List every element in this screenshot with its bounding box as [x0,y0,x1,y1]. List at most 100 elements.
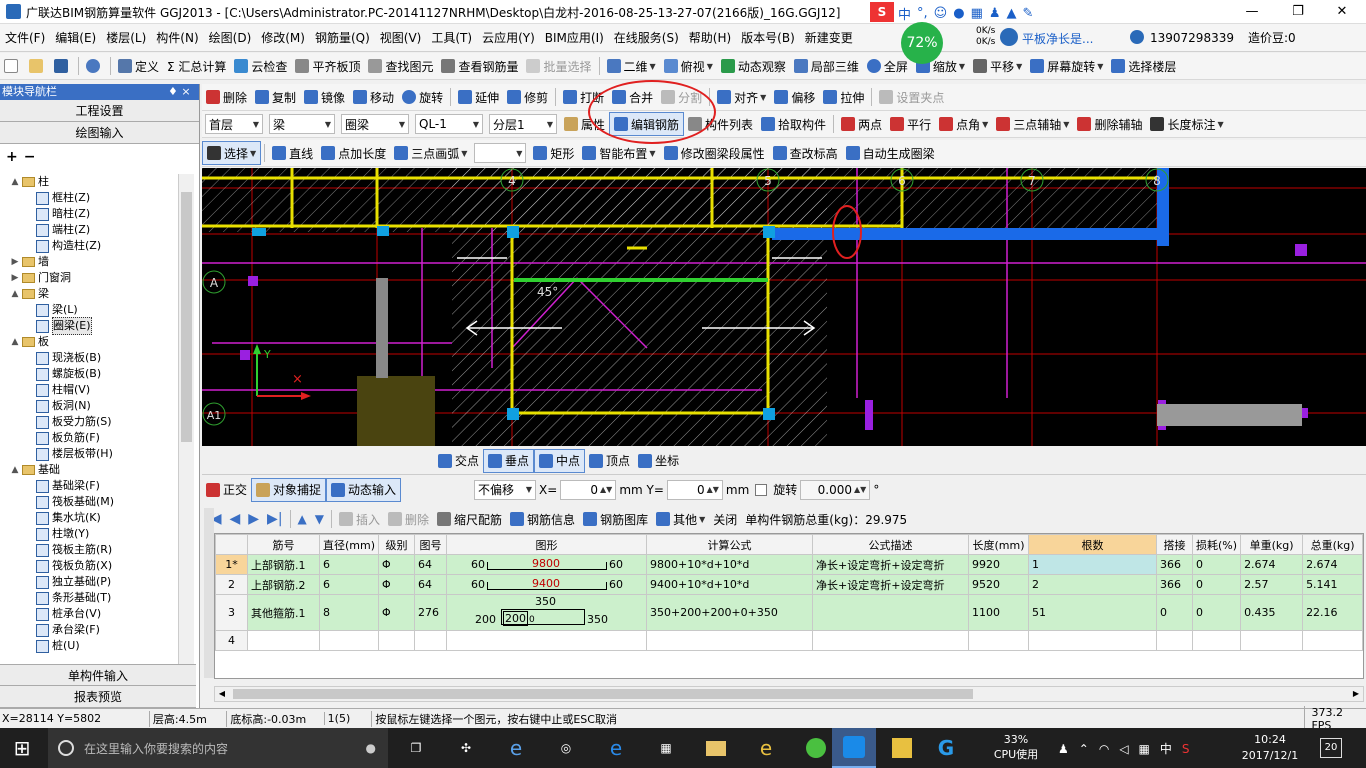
floor-select[interactable]: 首层 ▼ [205,114,263,134]
task-view-icon[interactable]: ❐ [394,728,438,768]
tree-item[interactable]: 楼层板带(H) [0,446,178,462]
cell-unit[interactable]: 2.57 [1240,574,1304,595]
x-input[interactable]: 0 ▲▼ [560,479,617,500]
subtype-select[interactable]: 圈梁 ▼ [341,114,409,134]
set-grip-button[interactable]: 设置夹点 [875,85,948,109]
browser-e-icon[interactable]: e [594,728,638,768]
cell-count[interactable]: 51 [1028,594,1158,631]
cell-no[interactable]: 1* [215,554,248,575]
tree-item[interactable]: 构造柱(Z) [0,238,178,254]
ad-link[interactable]: 平板净长是... [1022,30,1093,47]
dynamic-input-button[interactable]: 动态输入 [326,477,402,502]
cell-dia[interactable] [318,630,380,651]
tree-item[interactable]: 基础梁(F) [0,478,178,494]
menu-view[interactable]: 视图(V) [375,24,427,52]
cell-dia[interactable]: 8 [318,594,380,631]
layer-select[interactable]: 分层1 ▼ [489,114,557,134]
cell-shape[interactable] [446,630,648,651]
table-row[interactable]: 3 其他箍筋.1 8 Φ 276 350 200 200 0 350 350+200+200+0+3… [215,594,1363,631]
component-list-button[interactable]: 构件列表 [684,112,757,136]
cell-desc[interactable] [812,630,970,651]
rebar-info-button[interactable]: 钢筋信息 [506,507,579,531]
undo-icon[interactable] [82,54,107,78]
rotate-button[interactable]: 旋转 [398,85,447,109]
cell-lap[interactable]: 0 [1156,594,1194,631]
last-icon[interactable]: ▶| [263,507,286,531]
column-header[interactable]: 损耗(%) [1192,534,1242,555]
tree-item[interactable]: ▶ 墙 [0,254,178,270]
type-select[interactable]: 梁 ▼ [269,114,335,134]
move-up-icon[interactable]: ▲ [294,507,311,531]
cell-no[interactable]: 2 [215,574,248,595]
cell-name[interactable] [247,630,320,651]
cell-shape[interactable]: 60 9800 60 [446,554,648,575]
sogou-ime-icon[interactable]: S [870,2,894,22]
tree-item[interactable]: 螺旋板(B) [0,366,178,382]
report-preview-button[interactable]: 报表预览 [0,686,196,708]
cell-name[interactable]: 上部钢筋.1 [247,554,320,575]
grid-hscrollbar[interactable]: ◀ ▶ [214,686,1364,702]
menu-file[interactable]: 文件(F) [0,24,50,52]
account-icon[interactable] [1130,30,1144,44]
menu-help[interactable]: 帮助(H) [684,24,736,52]
cell-count[interactable]: 1 [1028,554,1158,575]
menu-version[interactable]: 版本号(B) [736,24,800,52]
cell-len[interactable]: 1100 [968,594,1030,631]
cell-count[interactable]: 2 [1028,574,1158,595]
cloud-check-button[interactable]: 云检查 [230,54,291,78]
cell-loss[interactable]: 0 [1192,554,1242,575]
align-slab-top-button[interactable]: 平齐板顶 [291,54,364,78]
cell-fig[interactable]: 276 [414,594,448,631]
delete-axis-button[interactable]: 删除辅轴 [1073,112,1146,136]
cell-desc[interactable]: 净长+设定弯折+设定弯折 [812,574,970,595]
notification-icon[interactable]: 20 [1320,738,1342,758]
column-header[interactable]: 级别 [378,534,416,555]
screen-rotate-button[interactable]: 屏幕旋转 ▼ [1026,54,1107,78]
mic-icon[interactable]: ● [953,6,964,21]
y-input[interactable]: 0 ▲▼ [666,479,723,500]
edit-rebar-button[interactable]: 编辑钢筋 [609,112,685,136]
cell-loss[interactable]: 0 [1192,594,1242,631]
cell-dia[interactable]: 6 [318,554,380,575]
tree-item[interactable]: ▲ 基础 [0,462,178,478]
menu-bim[interactable]: BIM应用(I) [540,24,609,52]
cell-total[interactable]: 22.16 [1302,594,1363,631]
tree-item[interactable]: 条形基础(T) [0,590,178,606]
menu-tools[interactable]: 工具(T) [426,24,477,52]
cell-formula[interactable]: 9800+10*d+10*d [646,554,814,575]
store-icon[interactable]: ▦ [644,728,688,768]
cell-total[interactable]: 2.674 [1302,554,1363,575]
column-header[interactable]: 图形 [446,534,648,555]
single-component-button[interactable]: 单构件输入 [0,664,196,686]
tree-item[interactable]: 独立基础(P) [0,574,178,590]
emoji-icon[interactable]: ☺ [934,6,948,21]
g-app-icon[interactable]: G [924,728,968,768]
component-name-select[interactable]: QL-1 ▼ [415,114,483,134]
search-box[interactable]: 在这里输入你要搜索的内容 ● [48,728,388,768]
column-header[interactable]: 搭接 [1156,534,1194,555]
globe-icon[interactable] [1000,28,1018,46]
tree-item[interactable]: 板受力筋(S) [0,414,178,430]
table-row[interactable]: 4 [215,630,1363,651]
cell-formula[interactable]: 9400+10*d+10*d [646,574,814,595]
column-header[interactable]: 计算公式 [646,534,814,555]
menu-floor[interactable]: 楼层(L) [101,24,151,52]
ie-icon[interactable]: e [744,728,788,768]
tree-item[interactable]: 柱墩(Y) [0,526,178,542]
cell-fig[interactable]: 64 [414,554,448,575]
cell-total[interactable]: 5.141 [1302,574,1363,595]
other-button[interactable]: 其他 ▼ [652,507,709,531]
column-header[interactable]: 公式描述 [812,534,970,555]
tree-item[interactable]: 桩(U) [0,638,178,654]
offset-button[interactable]: 偏移 [770,85,819,109]
tree-item[interactable]: 集水坑(K) [0,510,178,526]
merge-button[interactable]: 合并 [608,85,657,109]
modify-segment-button[interactable]: 修改圈梁段属性 [660,141,769,165]
snap-intersection-button[interactable]: 交点 [434,449,483,473]
menu-rebar-qty[interactable]: 钢筋量(Q) [310,24,375,52]
column-header[interactable]: 根数 [1028,534,1158,555]
rotate-input[interactable]: 0.000 ▲▼ [800,479,871,500]
cell-grade[interactable]: Φ [378,574,416,595]
expand-toggle-icon[interactable]: ▲ [10,334,20,350]
start-button[interactable]: ⊞ [0,728,44,768]
